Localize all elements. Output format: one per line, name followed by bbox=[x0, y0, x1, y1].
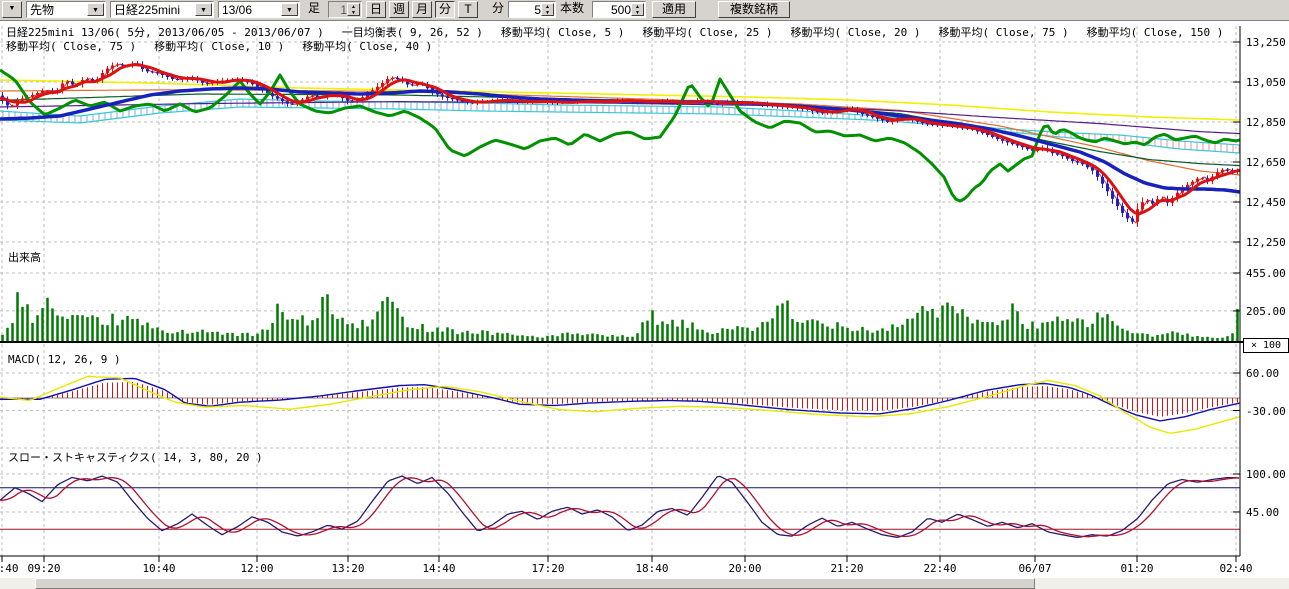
chevron-down-icon[interactable]: ▼ bbox=[87, 3, 104, 16]
symbol-combobox[interactable]: 日経225mini ▼ bbox=[110, 1, 214, 18]
legend-item: 移動平均( Close, 5 ) bbox=[501, 24, 624, 40]
legend-item: 移動平均( Close, 20 ) bbox=[790, 24, 920, 40]
time-axis-label: 20:00 bbox=[723, 562, 767, 575]
legend-item: 移動平均( Close, 75 ) bbox=[939, 24, 1069, 40]
y-axis-label: 455.00 bbox=[1246, 267, 1286, 280]
stoch-panel-title: スロー・ストキャスティクス( 14, 3, 80, 20 ) bbox=[8, 449, 263, 465]
legend-item: 移動平均( Close, 10 ) bbox=[154, 38, 284, 54]
time-axis-label: 17:20 bbox=[526, 562, 570, 575]
y-axis-label: 12,250 bbox=[1246, 236, 1286, 249]
chevron-down-icon[interactable]: ▼ bbox=[281, 3, 298, 16]
time-axis-label: 21:20 bbox=[825, 562, 869, 575]
bar-count-value: 1 bbox=[340, 3, 347, 18]
minute-label: 分 bbox=[492, 1, 504, 18]
period-minute-button[interactable]: 分 bbox=[435, 1, 455, 18]
volume-multiplier-badge: × 100 bbox=[1243, 338, 1289, 353]
y-axis-label: 100.00 bbox=[1246, 468, 1286, 481]
contract-value: 13/06 bbox=[222, 3, 252, 18]
volume-panel-title: 出来高 bbox=[8, 249, 41, 265]
bar-count-stepper[interactable]: 1 ▲▼ bbox=[328, 1, 362, 18]
period-week-button[interactable]: 週 bbox=[389, 1, 409, 18]
spinner-icon[interactable]: ▲▼ bbox=[631, 3, 644, 16]
count-value: 500 bbox=[611, 3, 631, 18]
time-axis-label: 13:20 bbox=[326, 562, 370, 575]
time-axis-label: 12:00 bbox=[235, 562, 279, 575]
time-axis-label: 06/07 bbox=[1013, 562, 1057, 575]
time-axis-label: 18:40 bbox=[630, 562, 674, 575]
time-axis-label: 09:20 bbox=[22, 562, 66, 575]
macd-panel-title: MACD( 12, 26, 9 ) bbox=[8, 353, 121, 366]
horizontal-scrollbar[interactable] bbox=[0, 578, 1289, 589]
minute-value: 5 bbox=[534, 3, 541, 18]
toolbar: ▼ 先物 ▼ 日経225mini ▼ 13/06 ▼ 足 1 ▲▼ 日 週 月 … bbox=[0, 0, 1289, 21]
time-axis-label: 02:40 bbox=[0, 562, 24, 575]
time-axis-label: 01:20 bbox=[1115, 562, 1159, 575]
symbol-value: 日経225mini bbox=[114, 3, 180, 18]
time-axis-label: 22:40 bbox=[918, 562, 962, 575]
chart-canvas bbox=[0, 21, 1289, 577]
legend-line-2: 移動平均( Close, 75 ) 移動平均( Close, 10 ) 移動平均( … bbox=[6, 38, 432, 54]
spinner-icon[interactable]: ▲▼ bbox=[347, 3, 360, 16]
contract-combobox[interactable]: 13/06 ▼ bbox=[218, 1, 300, 18]
y-axis-label: -30.00 bbox=[1246, 405, 1286, 418]
y-axis-label: 13,250 bbox=[1246, 36, 1286, 49]
spinner-icon[interactable]: ▲▼ bbox=[541, 3, 554, 16]
y-axis-label: 13,050 bbox=[1246, 76, 1286, 89]
y-axis-label: 45.00 bbox=[1246, 506, 1279, 519]
minute-stepper[interactable]: 5 ▲▼ bbox=[508, 1, 556, 18]
count-label: 本数 bbox=[560, 1, 584, 18]
apply-button[interactable]: 適用 bbox=[652, 1, 696, 18]
bar-label: 足 bbox=[308, 1, 320, 18]
chevron-down-icon[interactable]: ▼ bbox=[195, 3, 212, 16]
y-axis-label: 12,850 bbox=[1246, 116, 1286, 129]
legend-item: 移動平均( Close, 75 ) bbox=[6, 38, 136, 54]
time-axis-label: 14:40 bbox=[417, 562, 461, 575]
category-combobox[interactable]: 先物 ▼ bbox=[26, 1, 106, 18]
mini-dropdown-button[interactable]: ▼ bbox=[2, 1, 22, 18]
time-axis-label: 02:40 bbox=[1214, 562, 1258, 575]
count-stepper[interactable]: 500 ▲▼ bbox=[592, 1, 646, 18]
legend-item: 移動平均( Close, 25 ) bbox=[642, 24, 772, 40]
legend-item: 移動平均( Close, 40 ) bbox=[302, 38, 432, 54]
time-axis-label: 10:40 bbox=[137, 562, 181, 575]
category-value: 先物 bbox=[30, 3, 54, 18]
period-day-button[interactable]: 日 bbox=[366, 1, 386, 18]
period-tick-button[interactable]: T bbox=[458, 1, 478, 18]
y-axis-label: 205.00 bbox=[1246, 305, 1286, 318]
y-axis-label: 60.00 bbox=[1246, 367, 1279, 380]
scrollbar-thumb[interactable] bbox=[35, 578, 1035, 589]
multi-symbol-button[interactable]: 複数銘柄 bbox=[718, 1, 790, 18]
y-axis-label: 12,450 bbox=[1246, 196, 1286, 209]
period-month-button[interactable]: 月 bbox=[412, 1, 432, 18]
y-axis-label: 12,650 bbox=[1246, 156, 1286, 169]
chart-area: 日経225mini 13/06( 5分, 2013/06/05 - 2013/0… bbox=[0, 21, 1289, 577]
legend-item: 移動平均( Close, 150 ) bbox=[1087, 24, 1224, 40]
